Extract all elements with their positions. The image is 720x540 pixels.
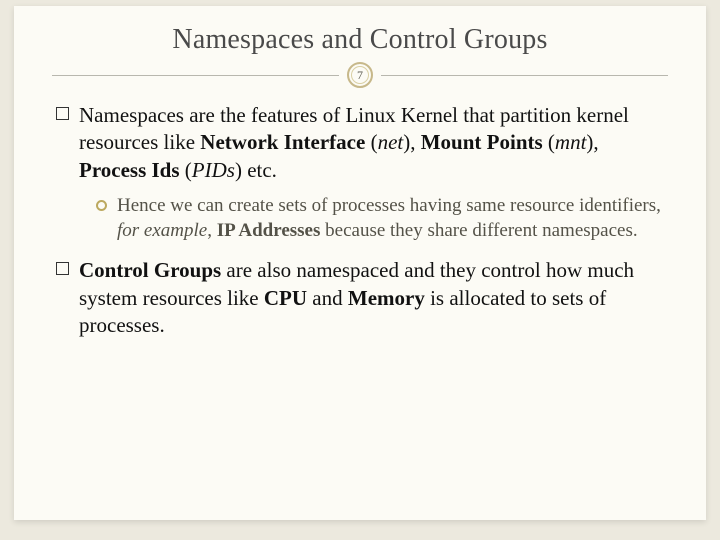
bullet-text: Namespaces are the features of Linux Ker… [79,102,664,184]
list-item-l2: Hence we can create sets of processes ha… [96,194,664,243]
slide-content: Namespaces are the features of Linux Ker… [52,102,668,339]
circle-bullet-icon [96,200,107,211]
page-number-badge: 7 [347,62,373,88]
square-bullet-icon [56,107,69,120]
title-divider: 7 [52,62,668,88]
bullet-text: Hence we can create sets of processes ha… [117,194,664,243]
divider-line-right [381,75,668,76]
slide: Namespaces and Control Groups 7 Namespac… [14,6,706,520]
list-item-l1: Namespaces are the features of Linux Ker… [56,102,664,184]
divider-line-left [52,75,339,76]
bullet-text: Control Groups are also namespaced and t… [79,257,664,339]
slide-title: Namespaces and Control Groups [52,24,668,56]
square-bullet-icon [56,262,69,275]
list-item-l1: Control Groups are also namespaced and t… [56,257,664,339]
